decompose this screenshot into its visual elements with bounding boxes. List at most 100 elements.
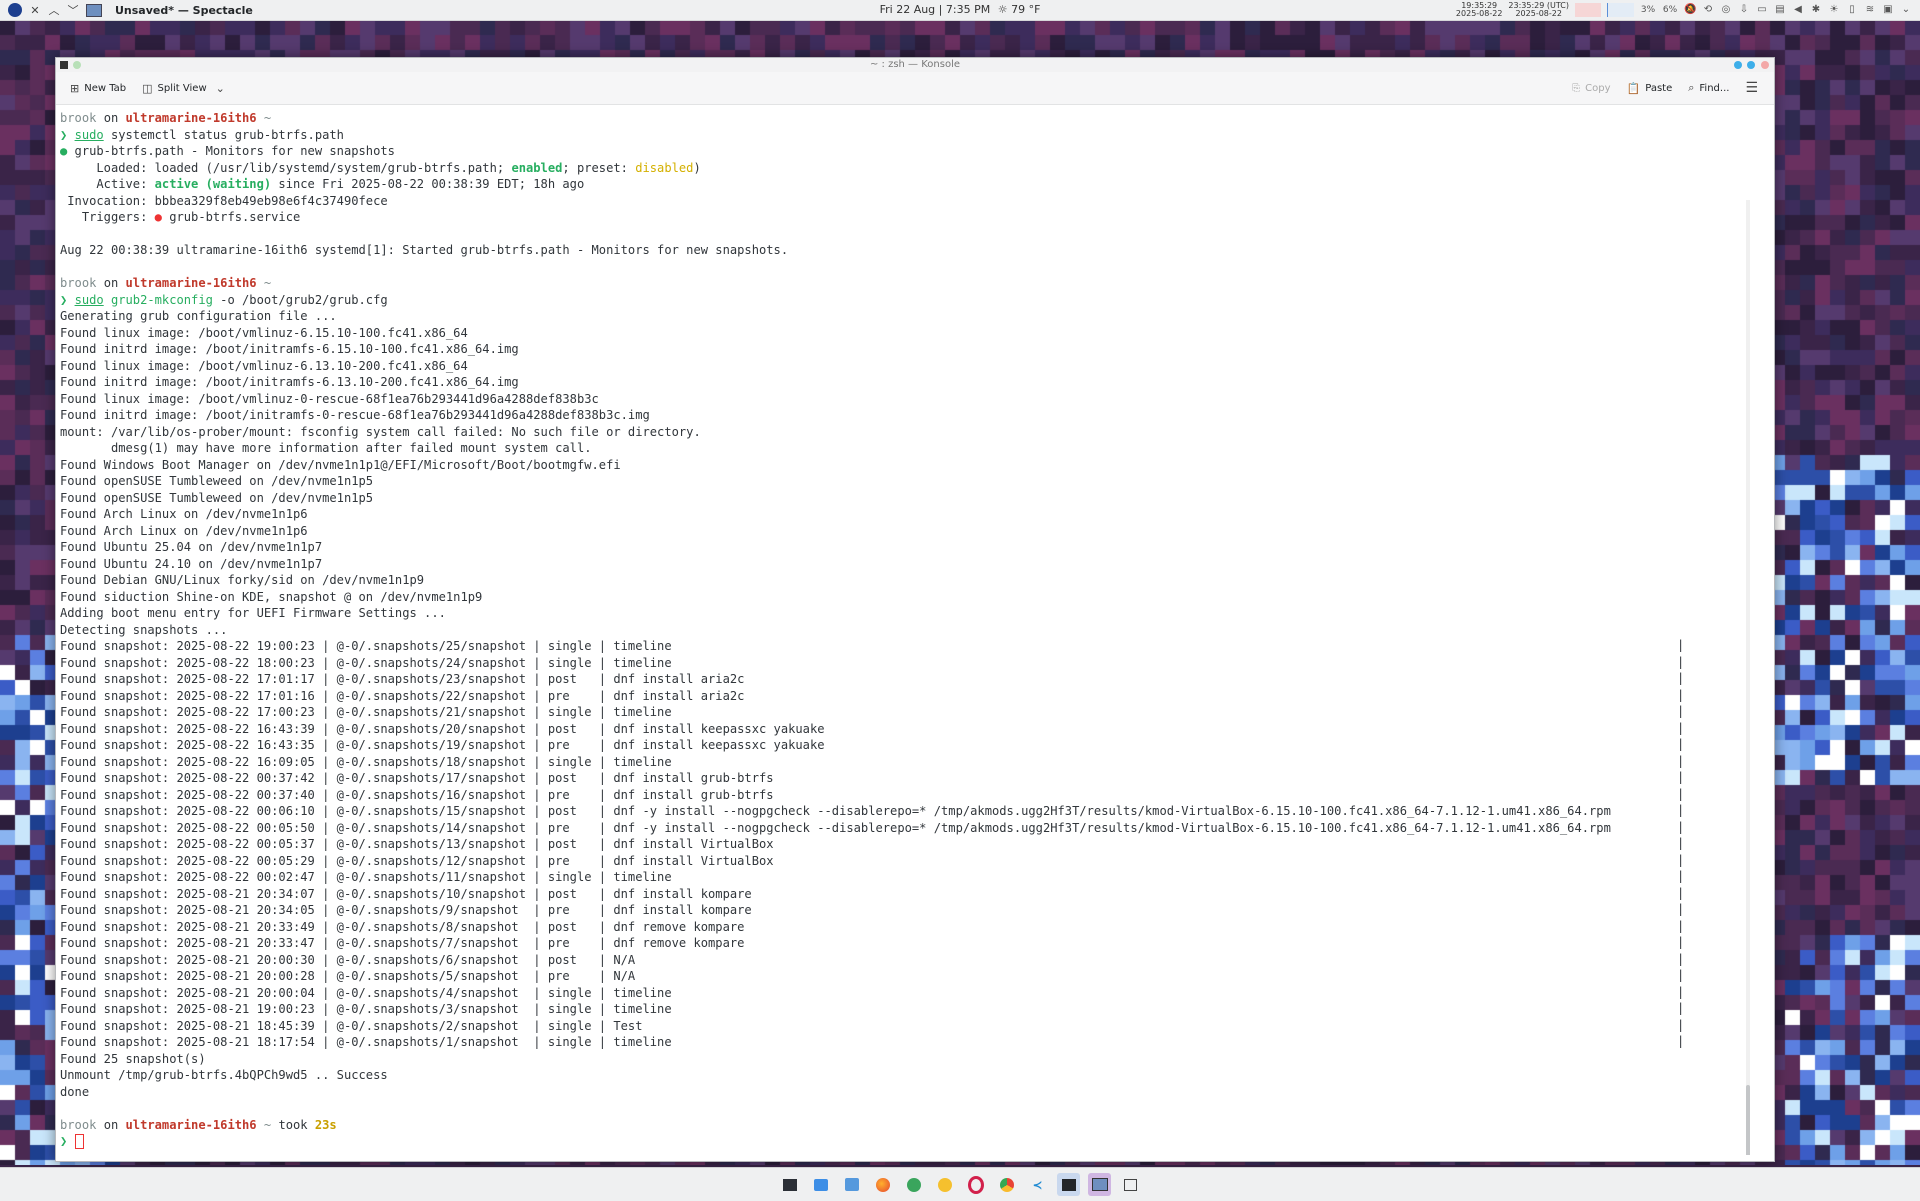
output-line: Found initrd image: /boot/initramfs-6.15… (60, 342, 519, 356)
maximize-window-icon[interactable]: ︿ (48, 2, 60, 18)
maximize-button[interactable] (1747, 61, 1755, 69)
firefox-icon[interactable] (871, 1173, 894, 1196)
clipboard-icon[interactable]: ▤ (1774, 4, 1786, 16)
table-border: | (1677, 918, 1685, 933)
clock-datetime[interactable]: Fri 22 Aug | 7:35 PM (880, 3, 991, 16)
table-border: | (1677, 687, 1685, 702)
summary-output: Found 25 snapshot(s) Unmount /tmp/grub-bt… (60, 1051, 1756, 1101)
table-border: | (1677, 770, 1685, 784)
output-line: Found initrd image: /boot/initramfs-0-re… (60, 408, 650, 422)
find-button[interactable]: ⌕ Find... (1680, 76, 1737, 100)
paste-button[interactable]: 📋 Paste (1619, 76, 1681, 100)
vscode-icon[interactable]: ≺ (1026, 1173, 1049, 1196)
updates-icon[interactable]: ⇩ (1738, 4, 1750, 16)
desktop-icon[interactable] (1119, 1173, 1142, 1196)
new-tab-button[interactable]: ⊞ New Tab (62, 76, 134, 100)
snapshot-line: Found snapshot: 2025-08-21 20:34:05 | @-… (60, 903, 752, 917)
cpu-graph-widget[interactable] (1575, 3, 1601, 17)
chrome-canary-icon[interactable] (902, 1173, 925, 1196)
world-clock-local[interactable]: 19:35:29 2025-08-22 (1456, 2, 1503, 18)
grub-output: Generating grub configuration file ... Fo… (60, 308, 1756, 638)
table-border: | (1677, 935, 1685, 949)
command-line: ❯ sudo grub2-mkconfig -o /boot/grub2/gru… (60, 292, 388, 307)
snapshot-line: Found snapshot: 2025-08-21 18:17:54 | @-… (60, 1035, 672, 1049)
chrome-icon[interactable] (995, 1173, 1018, 1196)
output-line: mount: /var/lib/os-prober/mount: fsconfi… (60, 424, 701, 439)
world-clock-utc[interactable]: 23:35:29 (UTC) 2025-08-22 (1508, 2, 1569, 18)
output-line: Found siduction Shine-on KDE, snapshot @… (60, 589, 483, 604)
window-titlebar[interactable]: ~ : zsh — Konsole (56, 58, 1774, 72)
system-settings-icon[interactable]: ▣ (1882, 4, 1894, 16)
snapshot-line: Found snapshot: 2025-08-22 00:05:37 | @-… (60, 837, 774, 851)
scrollbar-thumb[interactable] (1746, 1085, 1750, 1155)
active-command-line[interactable]: ❯ (60, 1133, 1756, 1150)
discover-icon[interactable] (840, 1173, 863, 1196)
weather-temperature[interactable]: 79 °F (1011, 3, 1040, 16)
memory-graph-widget[interactable] (1607, 3, 1634, 17)
snapshot-line: Found snapshot: 2025-08-22 17:01:17 | @-… (60, 672, 745, 686)
table-border: | (1677, 885, 1685, 900)
split-view-button[interactable]: ◫ Split View ⌄ (134, 76, 233, 100)
table-border: | (1677, 819, 1685, 834)
snapshot-line: Found snapshot: 2025-08-21 19:00:23 | @-… (60, 1002, 672, 1016)
close-button[interactable] (1761, 61, 1769, 69)
snapshot-line: Found snapshot: 2025-08-21 20:34:07 | @-… (60, 886, 752, 901)
table-border: | (1677, 852, 1685, 867)
copy-button[interactable]: ⎘ Copy (1564, 76, 1618, 100)
output-line: Found openSUSE Tumbleweed on /dev/nvme1n… (60, 474, 374, 488)
gpu-percent[interactable]: 6% (1662, 4, 1678, 16)
minimize-window-icon[interactable]: ﹀ (67, 2, 79, 18)
battery-icon[interactable]: ▯ (1846, 4, 1858, 16)
snapshot-line: Found snapshot: 2025-08-22 18:00:23 | @-… (60, 655, 672, 670)
table-border: | (1677, 737, 1685, 751)
kdeconnect-icon[interactable]: ⟲ (1702, 4, 1714, 16)
output-line: Found linux image: /boot/vmlinuz-0-rescu… (60, 391, 599, 406)
snapshot-line: Found snapshot: 2025-08-22 00:05:29 | @-… (60, 853, 774, 868)
close-window-icon[interactable]: ✕ (29, 4, 41, 17)
snapshot-line: Found snapshot: 2025-08-22 16:43:39 | @-… (60, 721, 825, 736)
table-border: | (1677, 654, 1685, 669)
opera-icon[interactable] (964, 1173, 987, 1196)
terminal-icon[interactable] (778, 1173, 801, 1196)
snapshot-line: Found snapshot: 2025-08-22 17:00:23 | @-… (60, 705, 672, 719)
new-tab-label: New Tab (84, 82, 127, 94)
snapshot-line: Found snapshot: 2025-08-21 20:00:28 | @-… (60, 969, 636, 983)
output-line: Adding boot menu entry for UEFI Firmware… (60, 606, 446, 620)
task-manager: ≺ (778, 1173, 1142, 1196)
summary-line: Unmount /tmp/grub-btrfs.4bQPCh9wd5 .. Su… (60, 1068, 388, 1082)
spectacle-icon[interactable] (1088, 1173, 1111, 1196)
display-icon[interactable]: ▭ (1756, 4, 1768, 16)
snapshot-line: Found snapshot: 2025-08-21 20:00:04 | @-… (60, 985, 672, 1000)
volume-icon[interactable]: ◀ (1792, 4, 1804, 16)
top-panel: ✕ ︿ ﹀ Unsaved* — Spectacle Fri 22 Aug | … (0, 0, 1920, 21)
status-line: Active: active (waiting) since Fri 2025-… (60, 177, 585, 191)
snapshot-line: Found snapshot: 2025-08-22 00:37:42 | @-… (60, 771, 774, 785)
output-line: Found initrd image: /boot/initramfs-6.13… (60, 375, 519, 389)
table-border: | (1677, 786, 1685, 801)
table-border: | (1677, 1017, 1685, 1032)
window-title: ~ : zsh — Konsole (869, 59, 961, 70)
terminal-scrollbar[interactable] (1746, 200, 1750, 1155)
hamburger-menu-button[interactable]: ☰ (1737, 76, 1766, 100)
vpn-icon[interactable]: ◎ (1720, 4, 1732, 16)
notes-icon[interactable] (933, 1173, 956, 1196)
konsole-icon[interactable] (1057, 1173, 1080, 1196)
snapshot-line: Found snapshot: 2025-08-21 20:00:30 | @-… (60, 952, 636, 967)
minimize-button[interactable] (1734, 61, 1742, 69)
status-line: Triggers: ● grub-btrfs.service (60, 210, 301, 224)
wifi-icon[interactable]: ≋ (1864, 4, 1876, 16)
output-line: Found Windows Boot Manager on /dev/nvme1… (60, 457, 621, 472)
app-launcher-icon[interactable] (8, 3, 22, 17)
tray-expand-chevron-icon[interactable]: ⌄ (1900, 4, 1912, 16)
notifications-off-icon[interactable]: 🔕 (1684, 4, 1696, 16)
bluetooth-icon[interactable]: ✱ (1810, 4, 1822, 16)
brightness-icon[interactable]: ☀ (1828, 4, 1840, 16)
konsole-window: ~ : zsh — Konsole ⊞ New Tab ◫ Split View… (55, 57, 1775, 1162)
cpu-percent[interactable]: 3% (1640, 4, 1656, 16)
files-icon[interactable] (809, 1173, 832, 1196)
split-view-label: Split View (157, 82, 207, 94)
status-line: ● grub-btrfs.path - Monitors for new sna… (60, 144, 395, 158)
terminal-area[interactable]: brook on ultramarine-16ith6 ~ ❯ sudo sys… (60, 110, 1756, 1155)
snapshot-line: Found snapshot: 2025-08-22 00:05:50 | @-… (60, 820, 1611, 835)
